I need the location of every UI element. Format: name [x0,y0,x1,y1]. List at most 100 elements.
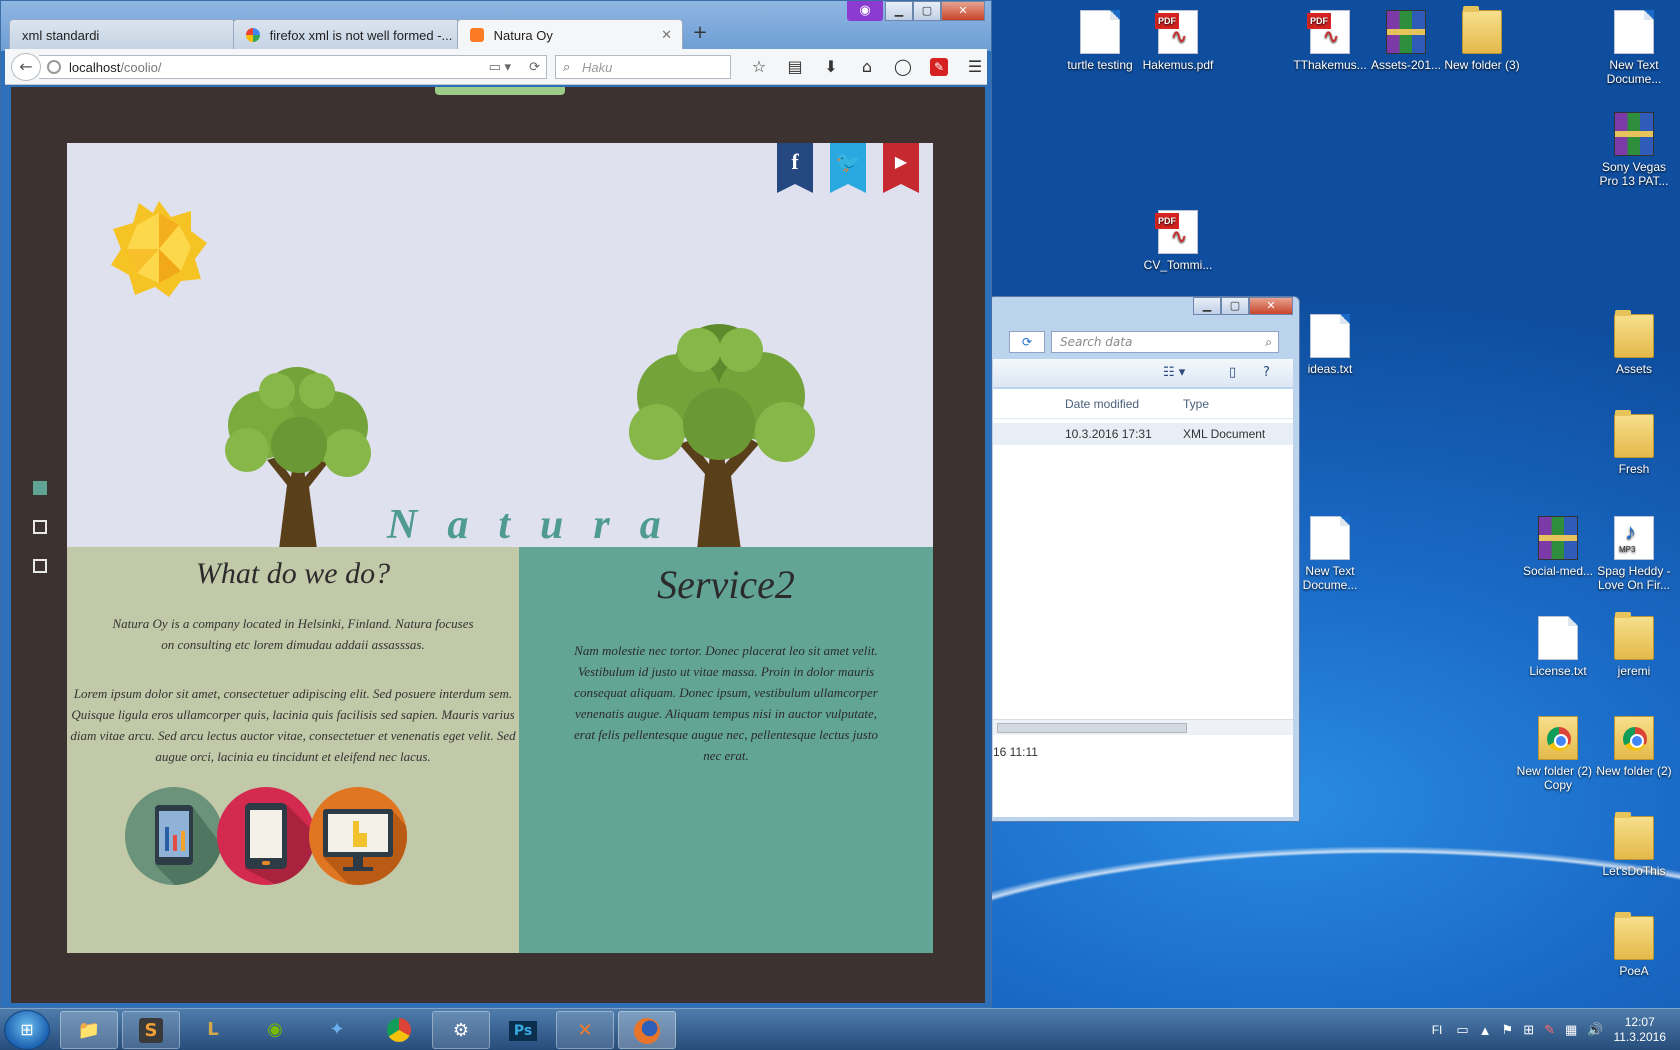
explorer-search-input[interactable]: Search data ⌕ [1051,331,1279,353]
desktop-icon-spag-heddy-mp3[interactable]: ♪ MP3 Spag Heddy - Love On Fir... [1592,516,1676,592]
xampp-icon [470,28,484,42]
desktop-icon-assets-folder[interactable]: Assets [1592,310,1676,376]
file-row[interactable]: 10.3.2016 17:31 XML Document [993,423,1293,445]
preview-pane-icon[interactable]: ▯ [1229,365,1236,380]
maximize-button[interactable]: ▢ [1221,297,1249,315]
section-dot-2[interactable] [33,520,47,534]
minimize-button[interactable]: ▁ [1193,297,1221,315]
pdf-file-icon: PDF ∿ [1307,10,1350,54]
desktop-icon-ideas-txt[interactable]: ideas.txt [1288,314,1372,376]
folder-icon [1614,612,1654,660]
desktop-icon-new-folder-2[interactable]: New folder (2) [1592,716,1676,778]
details-pane: 16 11:11 [993,735,1293,817]
music-file-icon: ♪ MP3 [1614,516,1654,560]
desktop-icon-poea[interactable]: PoeA [1592,912,1676,978]
desktop-icon-hakemus-pdf[interactable]: PDF ∿ Hakemus.pdf [1136,10,1220,72]
youtube-icon[interactable]: ▶ [883,143,919,193]
hamburger-menu-icon[interactable]: ☰ [957,55,993,79]
section-body: Lorem ipsum dolor sit amet, consectetuer… [70,686,516,764]
chat-icon[interactable]: ◯ [885,55,921,79]
photoshop-taskbar-icon[interactable]: Ps [494,1011,552,1049]
desktop-icon-license-txt[interactable]: License.txt [1516,616,1600,678]
desktop-icon-fresh[interactable]: Fresh [1592,410,1676,476]
xampp-taskbar-icon[interactable]: ✕ [556,1011,614,1049]
facebook-icon[interactable]: f [777,143,813,193]
scrollbar-thumb[interactable] [997,723,1187,733]
desktop-icon-assets-rar[interactable]: Assets-201... [1364,10,1448,72]
google-icon [246,28,260,42]
reader-view-icon[interactable]: ▭ ▾ ⟳ [489,59,540,75]
windows-icon[interactable]: ⊞ [1523,1022,1534,1038]
close-button[interactable]: ✕ [1249,297,1293,315]
desktop-icon-sony-vegas[interactable]: Sony Vegas Pro 13 PAT... [1592,112,1676,188]
tab-firefox-xml[interactable]: firefox xml is not well formed -... [233,19,459,49]
tab-strip: xml standardi firefox xml is not well fo… [9,19,715,49]
social-links: f 🐦 ▶ [760,143,919,193]
chrome-taskbar-icon[interactable] [370,1011,428,1049]
new-tab-button[interactable]: + [685,19,715,49]
column-type[interactable]: Type [1183,397,1209,411]
help-icon[interactable]: ? [1263,365,1270,380]
desktop-icon-new-text-document-2[interactable]: New Text Docume... [1288,516,1372,592]
horizontal-scrollbar[interactable] [993,719,1293,735]
desktop-icon-social-med[interactable]: Social-med... [1516,516,1600,578]
show-hidden-icons[interactable]: ▲ [1479,1023,1492,1038]
section-body: Nam molestie nec tortor. Donec placerat … [574,643,878,763]
twitter-icon[interactable]: 🐦 [830,143,866,193]
start-button[interactable]: ⊞ [4,1010,50,1050]
steam-taskbar-icon[interactable]: ⚙ [432,1011,490,1049]
text-file-icon [1614,10,1654,54]
explorer-taskbar-icon[interactable]: 📁 [60,1011,118,1049]
folder-icon [1614,912,1654,960]
downloads-icon[interactable]: ⬇ [813,55,849,79]
desktop-icon-new-folder-3[interactable]: New folder (3) [1440,6,1524,72]
desktop-icon-letsdothis[interactable]: Let'sDoThis [1592,812,1676,878]
desktop-icon-cv-tommi[interactable]: PDF ∿ CV_Tommi... [1136,210,1220,272]
league-taskbar-icon[interactable]: L [184,1011,242,1049]
site-info-icon[interactable] [47,60,61,74]
top-nav-tab[interactable] [435,87,565,95]
refresh-button[interactable]: ⟳ [1009,331,1045,353]
close-button[interactable]: ✕ [941,1,985,21]
bookmark-star-icon[interactable]: ☆ [741,55,777,79]
desktop-icon-new-text-document[interactable]: New Text Docume... [1592,10,1676,86]
view-options-icon[interactable]: ☷ ▾ [1163,365,1185,380]
section-dot-1[interactable] [33,481,47,495]
sublime-taskbar-icon[interactable]: S [122,1011,180,1049]
tablet-chart-icon [125,787,223,885]
network-icon[interactable]: ▦ [1565,1022,1577,1038]
text-file-icon [1310,314,1350,358]
keyboard-icon[interactable]: ▭ [1456,1022,1468,1038]
desktop-icon-turtle-testing[interactable]: turtle testing [1058,10,1142,72]
text-file-icon [1080,10,1120,54]
search-input[interactable]: ⌕ Haku [555,55,731,79]
maximize-button[interactable]: ▢ [913,1,941,21]
back-button[interactable]: ← [11,53,41,81]
search-icon: ⌕ [563,59,571,74]
explorer-window-controls: ▁ ▢ ✕ [1193,297,1293,315]
close-tab-icon[interactable]: ✕ [661,27,672,43]
column-date-modified[interactable]: Date modified [1065,397,1139,411]
desktop-icon-tthakemus[interactable]: PDF ∿ TThakemus... [1288,10,1372,72]
minimize-button[interactable]: ▁ [885,1,913,21]
blender-taskbar-icon[interactable]: ✦ [308,1011,366,1049]
acrobat-icon[interactable]: ✎ [1544,1022,1555,1038]
bookmarks-menu-icon[interactable]: ▤ [777,55,813,79]
adblock-icon[interactable]: ✎ [930,58,948,76]
action-center-flag-icon[interactable]: ⚑ [1502,1022,1514,1038]
desktop-icon-new-folder-2-copy[interactable]: New folder (2) - Copy [1516,716,1600,792]
language-indicator[interactable]: FI [1432,1023,1443,1037]
desktop-icon-jeremi[interactable]: jeremi [1592,612,1676,678]
clock[interactable]: 12:07 11.3.2016 [1614,1015,1667,1045]
firefox-taskbar-icon[interactable] [618,1011,676,1049]
rar-archive-icon [1386,10,1426,54]
volume-icon[interactable]: 🔊 [1587,1022,1603,1038]
section-dot-3[interactable] [33,559,47,573]
home-icon[interactable]: ⌂ [849,55,885,79]
tab-xml-standardi[interactable]: xml standardi [9,19,235,49]
pdf-file-icon: PDF ∿ [1155,10,1198,54]
text-file-icon [1310,516,1350,560]
nvidia-taskbar-icon[interactable]: ◉ [246,1011,304,1049]
url-bar[interactable]: localhost/coolio/ ▭ ▾ ⟳ [39,55,547,79]
tab-natura-oy[interactable]: Natura Oy ✕ [457,19,683,49]
